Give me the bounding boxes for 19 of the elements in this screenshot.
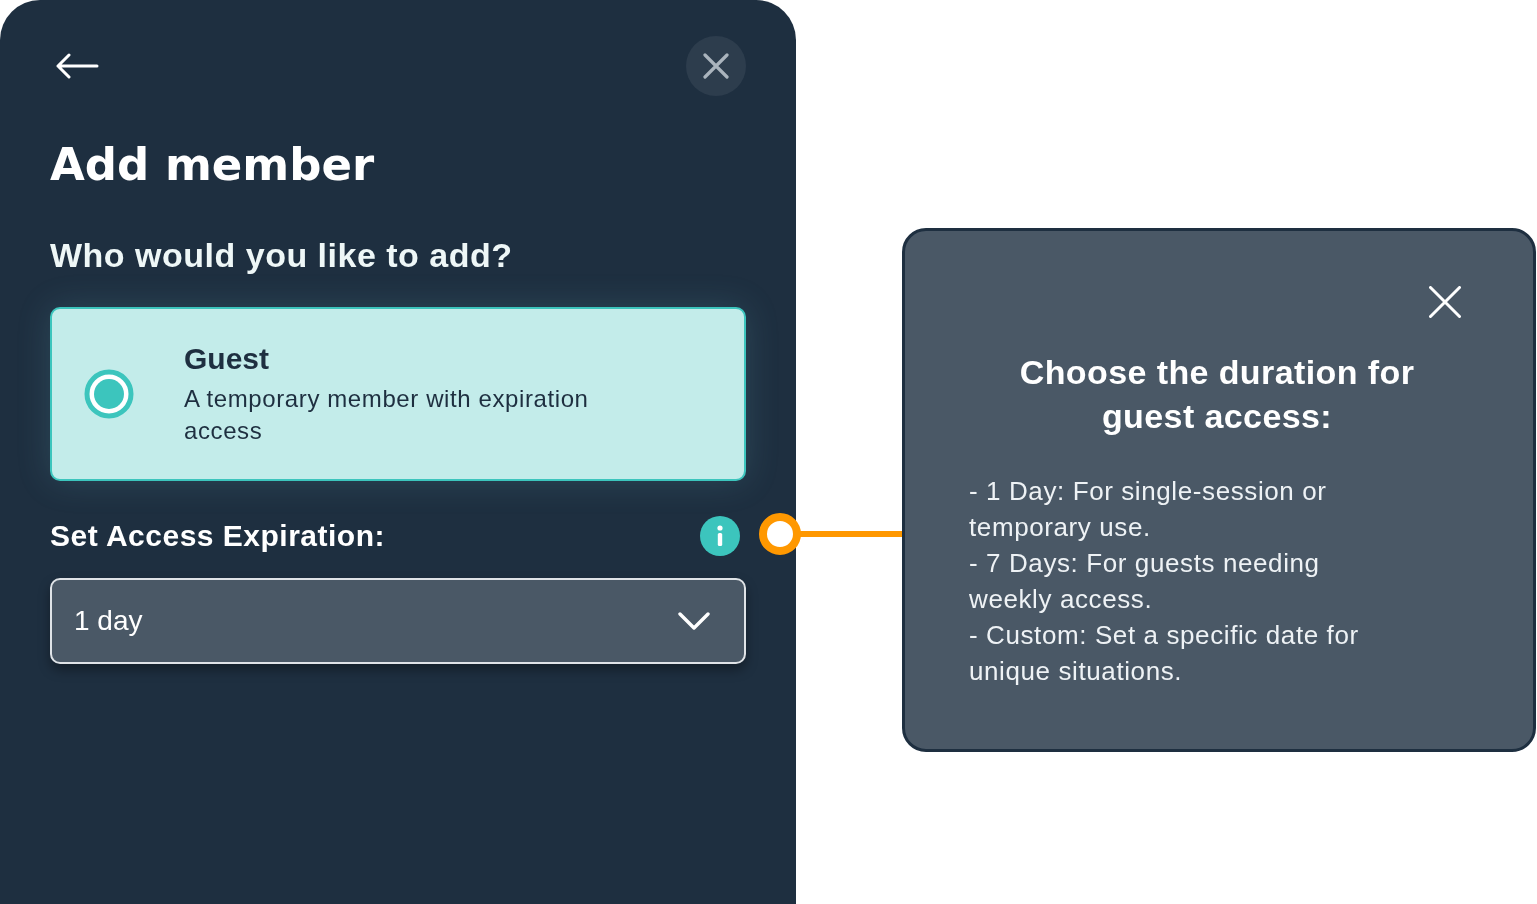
close-button[interactable] — [1429, 286, 1461, 318]
question-heading: Who would you like to add? — [50, 235, 513, 275]
back-button[interactable] — [55, 53, 99, 79]
field-label: Set Access Expiration: — [50, 518, 385, 554]
radio-selected-icon[interactable] — [84, 369, 134, 419]
close-icon — [1429, 286, 1461, 318]
info-icon[interactable] — [700, 516, 740, 556]
chevron-down-icon — [678, 612, 710, 630]
dialog-title: Add member — [50, 140, 375, 190]
duration-hint: - 7 Days: For guests needing weekly access. — [969, 547, 1321, 616]
callout-title: Choose the duration for guest access: — [1018, 352, 1416, 437]
duration-dropdown[interactable]: 1 day — [50, 578, 746, 664]
duration-hint: - Custom: Set a specific date for unique situations. — [969, 619, 1360, 688]
arrow-left-icon — [55, 53, 99, 79]
member-type-option[interactable]: Guest A temporary member with expiration access — [50, 307, 746, 481]
close-icon — [703, 53, 729, 79]
option-title: Guest — [184, 341, 270, 377]
duration-hint: - 1 Day: For single-session or temporary use. — [969, 475, 1328, 544]
option-description: A temporary member with expiration access — [184, 384, 590, 446]
